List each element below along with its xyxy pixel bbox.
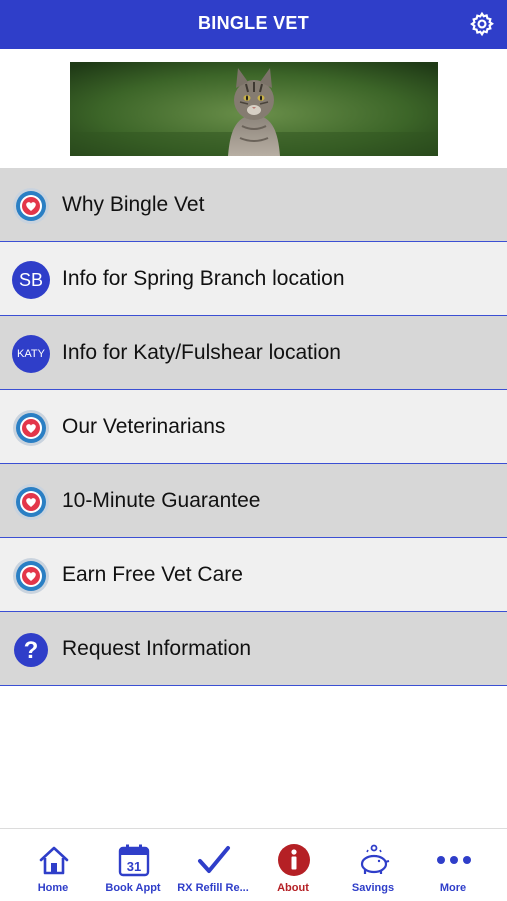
menu-list: Why Bingle Vet SB Info for Spring Branch… [0, 168, 507, 686]
tab-label: Savings [351, 882, 395, 894]
menu-item-label: Earn Free Vet Care [62, 563, 243, 586]
katy-badge-icon: KATY [12, 335, 50, 373]
sb-badge-icon: SB [12, 261, 50, 299]
tab-more[interactable]: More [411, 829, 495, 901]
menu-item-katy-fulshear[interactable]: KATY Info for Katy/Fulshear location [0, 316, 507, 390]
menu-item-label: Request Information [62, 637, 252, 660]
menu-item-why-bingle-vet[interactable]: Why Bingle Vet [0, 168, 507, 242]
heart-badge-icon [13, 410, 49, 446]
svg-text:?: ? [24, 637, 39, 664]
tab-label: RX Refill Re... [177, 882, 249, 894]
heart-badge-icon [13, 188, 49, 224]
tab-label: Book Appt [105, 882, 161, 894]
tab-home[interactable]: Home [11, 829, 95, 901]
info-icon [278, 844, 310, 876]
tab-book-appt[interactable]: 31 Book Appt [91, 829, 175, 901]
question-icon: ? [14, 633, 48, 667]
katy-badge-text: KATY [17, 348, 45, 360]
gear-icon[interactable] [469, 11, 495, 37]
app-title: BINGLE VET [197, 13, 309, 33]
tab-label: Home [37, 882, 69, 894]
tab-rx-refill[interactable]: RX Refill Re... [171, 829, 255, 901]
bottom-tab-bar: Home 31 Book Appt RX Refill Re... About [0, 828, 507, 901]
cat-photo [70, 62, 438, 156]
menu-item-request-information[interactable]: ? Request Information [0, 612, 507, 686]
sb-badge-text: SB [18, 270, 43, 290]
calendar-day-text: 31 [127, 859, 141, 874]
menu-item-label: Info for Katy/Fulshear location [62, 341, 341, 364]
app-header: BINGLE VET [0, 0, 507, 49]
menu-item-10-minute-guarantee[interactable]: 10-Minute Guarantee [0, 464, 507, 538]
checkmark-icon [198, 846, 230, 873]
heart-badge-icon [13, 558, 49, 594]
banner-image [70, 62, 438, 156]
menu-item-label: Our Veterinarians [62, 415, 226, 438]
menu-item-label: Info for Spring Branch location [62, 267, 345, 290]
menu-item-spring-branch[interactable]: SB Info for Spring Branch location [0, 242, 507, 316]
piggy-bank-icon [360, 844, 390, 874]
tab-label: More [439, 882, 467, 894]
calendar-icon: 31 [118, 844, 150, 877]
tab-savings[interactable]: Savings [331, 829, 415, 901]
menu-item-label: Why Bingle Vet [62, 193, 205, 216]
menu-item-label: 10-Minute Guarantee [62, 489, 261, 512]
tab-label: About [277, 882, 309, 894]
more-dots-icon [437, 856, 471, 864]
tab-about[interactable]: About [251, 829, 335, 901]
home-icon [39, 846, 69, 875]
menu-item-earn-free-vet-care[interactable]: Earn Free Vet Care [0, 538, 507, 612]
heart-badge-icon [13, 484, 49, 520]
menu-item-our-veterinarians[interactable]: Our Veterinarians [0, 390, 507, 464]
